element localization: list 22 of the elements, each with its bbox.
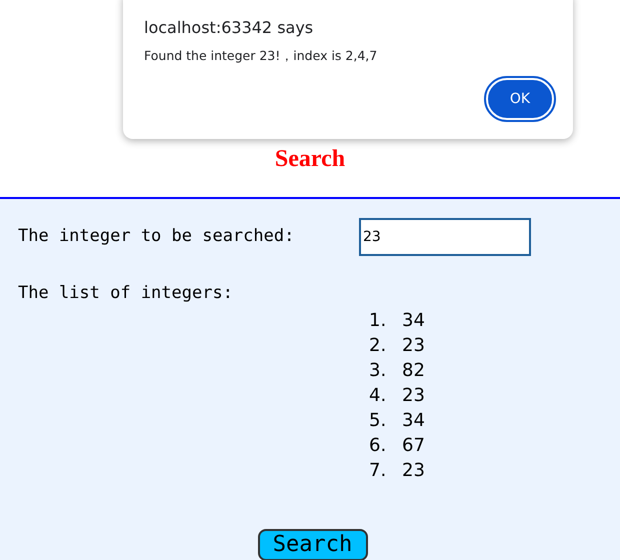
field-label: The integer to be searched:: [18, 225, 296, 248]
search-button[interactable]: Search: [258, 528, 368, 560]
list-value: 23: [402, 384, 425, 408]
dialog-title: localhost:63342 says: [144, 17, 314, 39]
list-value: 67: [402, 434, 425, 458]
input-field[interactable]: 23: [359, 218, 531, 256]
ok-button[interactable]: OK: [486, 78, 554, 120]
list-number: 7.: [369, 458, 388, 482]
page-heading: Search: [274, 147, 346, 171]
list-value: 34: [402, 308, 425, 332]
list-number: 3.: [369, 358, 388, 382]
list-value: 34: [402, 408, 425, 432]
list-number: 5.: [369, 408, 388, 432]
dialog-message: Found the integer 23!，index is 2,4,7: [144, 47, 378, 65]
list-number: 4.: [369, 384, 388, 408]
list-number: 1.: [369, 308, 388, 332]
list-number: 2.: [369, 334, 388, 358]
list-value: 23: [402, 458, 425, 482]
list-value: 23: [402, 334, 425, 358]
list-label: The list of integers:: [18, 283, 233, 303]
list-value: 82: [402, 358, 425, 382]
list-number: 6.: [369, 434, 388, 458]
